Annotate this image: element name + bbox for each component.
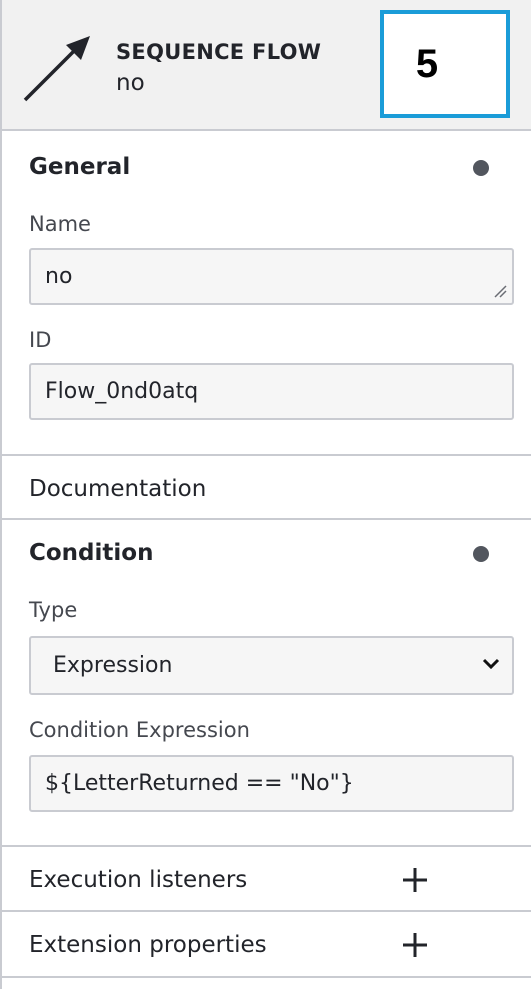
properties-panel: SEQUENCE FLOW no 5 General Name no ID Fl… [0, 0, 531, 989]
condition-dot-icon [473, 546, 489, 562]
name-label: Name [29, 212, 91, 236]
divider [2, 910, 531, 912]
general-dot-icon [473, 160, 489, 176]
element-name-label: no [116, 70, 145, 96]
add-extension-property-plus-icon[interactable] [402, 932, 428, 958]
resize-grip-icon[interactable] [493, 284, 507, 298]
divider [2, 518, 531, 520]
name-field[interactable]: no [29, 248, 514, 305]
panel-header: SEQUENCE FLOW no 5 [2, 0, 531, 131]
condition-type-value: Expression [53, 653, 173, 678]
section-execution-listeners-title[interactable]: Execution listeners [29, 867, 247, 893]
type-label: Type [29, 598, 78, 622]
element-type-label: SEQUENCE FLOW [116, 40, 322, 64]
step-badge: 5 [380, 10, 510, 118]
divider [2, 976, 531, 978]
chevron-down-icon [482, 658, 500, 670]
condition-expression-value: ${LetterReturned == "No"} [45, 771, 354, 796]
condition-expression-field[interactable]: ${LetterReturned == "No"} [29, 755, 514, 812]
id-field-value: Flow_0nd0atq [45, 379, 199, 404]
sequence-flow-arrow-icon [23, 36, 90, 102]
condition-expression-label: Condition Expression [29, 718, 250, 742]
add-execution-listener-plus-icon[interactable] [402, 867, 428, 893]
divider [2, 454, 531, 456]
condition-type-select[interactable]: Expression [29, 636, 514, 695]
section-extension-properties-title[interactable]: Extension properties [29, 932, 267, 958]
section-general-title[interactable]: General [29, 154, 130, 180]
id-field[interactable]: Flow_0nd0atq [29, 363, 514, 420]
section-condition-title[interactable]: Condition [29, 540, 153, 566]
name-field-value: no [45, 264, 73, 289]
id-label: ID [29, 328, 52, 352]
divider [2, 845, 531, 847]
section-documentation-title[interactable]: Documentation [29, 476, 206, 502]
